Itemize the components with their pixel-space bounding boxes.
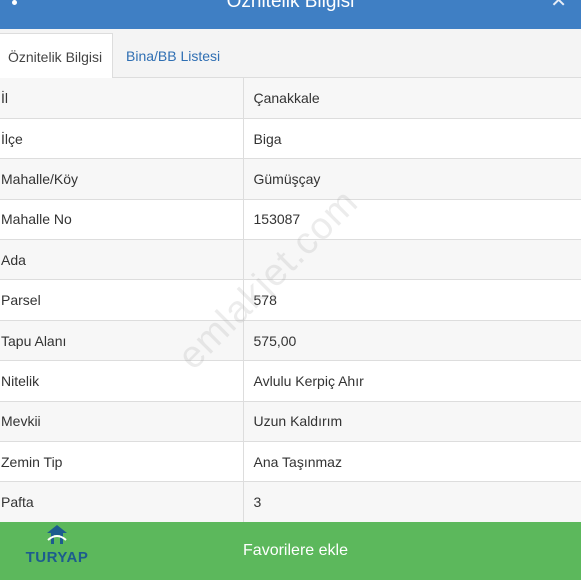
row-key: Tapu Alanı [0,320,244,362]
row-value: 153087 [243,199,581,241]
table-row: Nitelik Avlulu Kerpiç Ahır [0,360,581,402]
row-value: Biga [243,118,581,160]
footer-bar: Favorilere ekle TURYAP [0,522,581,580]
row-key: İlçe [0,118,244,160]
window-title: Öznitelik Bilgisi [226,0,355,12]
row-value: Çanakkale [243,78,581,119]
row-key: Zemin Tip [0,441,244,483]
tab-bar: Öznitelik Bilgisi Bina/BB Listesi [0,29,581,79]
table-row: Mahalle No 153087 [0,199,581,241]
row-key: İl [0,78,244,119]
row-value: Avlulu Kerpiç Ahır [243,360,581,402]
row-value: 578 [243,279,581,321]
close-icon[interactable]: ✕ [550,0,567,11]
table-row: İl Çanakkale [0,78,581,119]
row-key: Nitelik [0,360,244,402]
row-value: Gümüşçay [243,158,581,200]
tab-building-list[interactable]: Bina/BB Listesi [118,33,228,79]
attribute-table: İl Çanakkale İlçe Biga Mahalle/Köy Gümüş… [0,78,581,522]
row-value: 3 [243,481,581,522]
row-key: Ada [0,239,244,281]
row-value: 575,00 [243,320,581,362]
add-to-favorites-button[interactable]: Favorilere ekle [0,522,581,580]
table-row: Zemin Tip Ana Taşınmaz [0,441,581,483]
row-value [243,239,581,281]
title-bar: Öznitelik Bilgisi ✕ [0,0,581,29]
table-row: Ada [0,239,581,281]
row-value: Uzun Kaldırım [243,401,581,443]
table-row: Pafta 3 [0,481,581,522]
table-row: İlçe Biga [0,118,581,160]
row-key: Mahalle/Köy [0,158,244,200]
table-row: Tapu Alanı 575,00 [0,320,581,362]
row-key: Mahalle No [0,199,244,241]
table-row: Mevkii Uzun Kaldırım [0,401,581,443]
tab-attribute-info[interactable]: Öznitelik Bilgisi [0,33,113,79]
row-key: Mevkii [0,401,244,443]
row-key: Pafta [0,481,244,522]
row-value: Ana Taşınmaz [243,441,581,483]
table-row: Mahalle/Köy Gümüşçay [0,158,581,200]
table-row: Parsel 578 [0,279,581,321]
row-key: Parsel [0,279,244,321]
